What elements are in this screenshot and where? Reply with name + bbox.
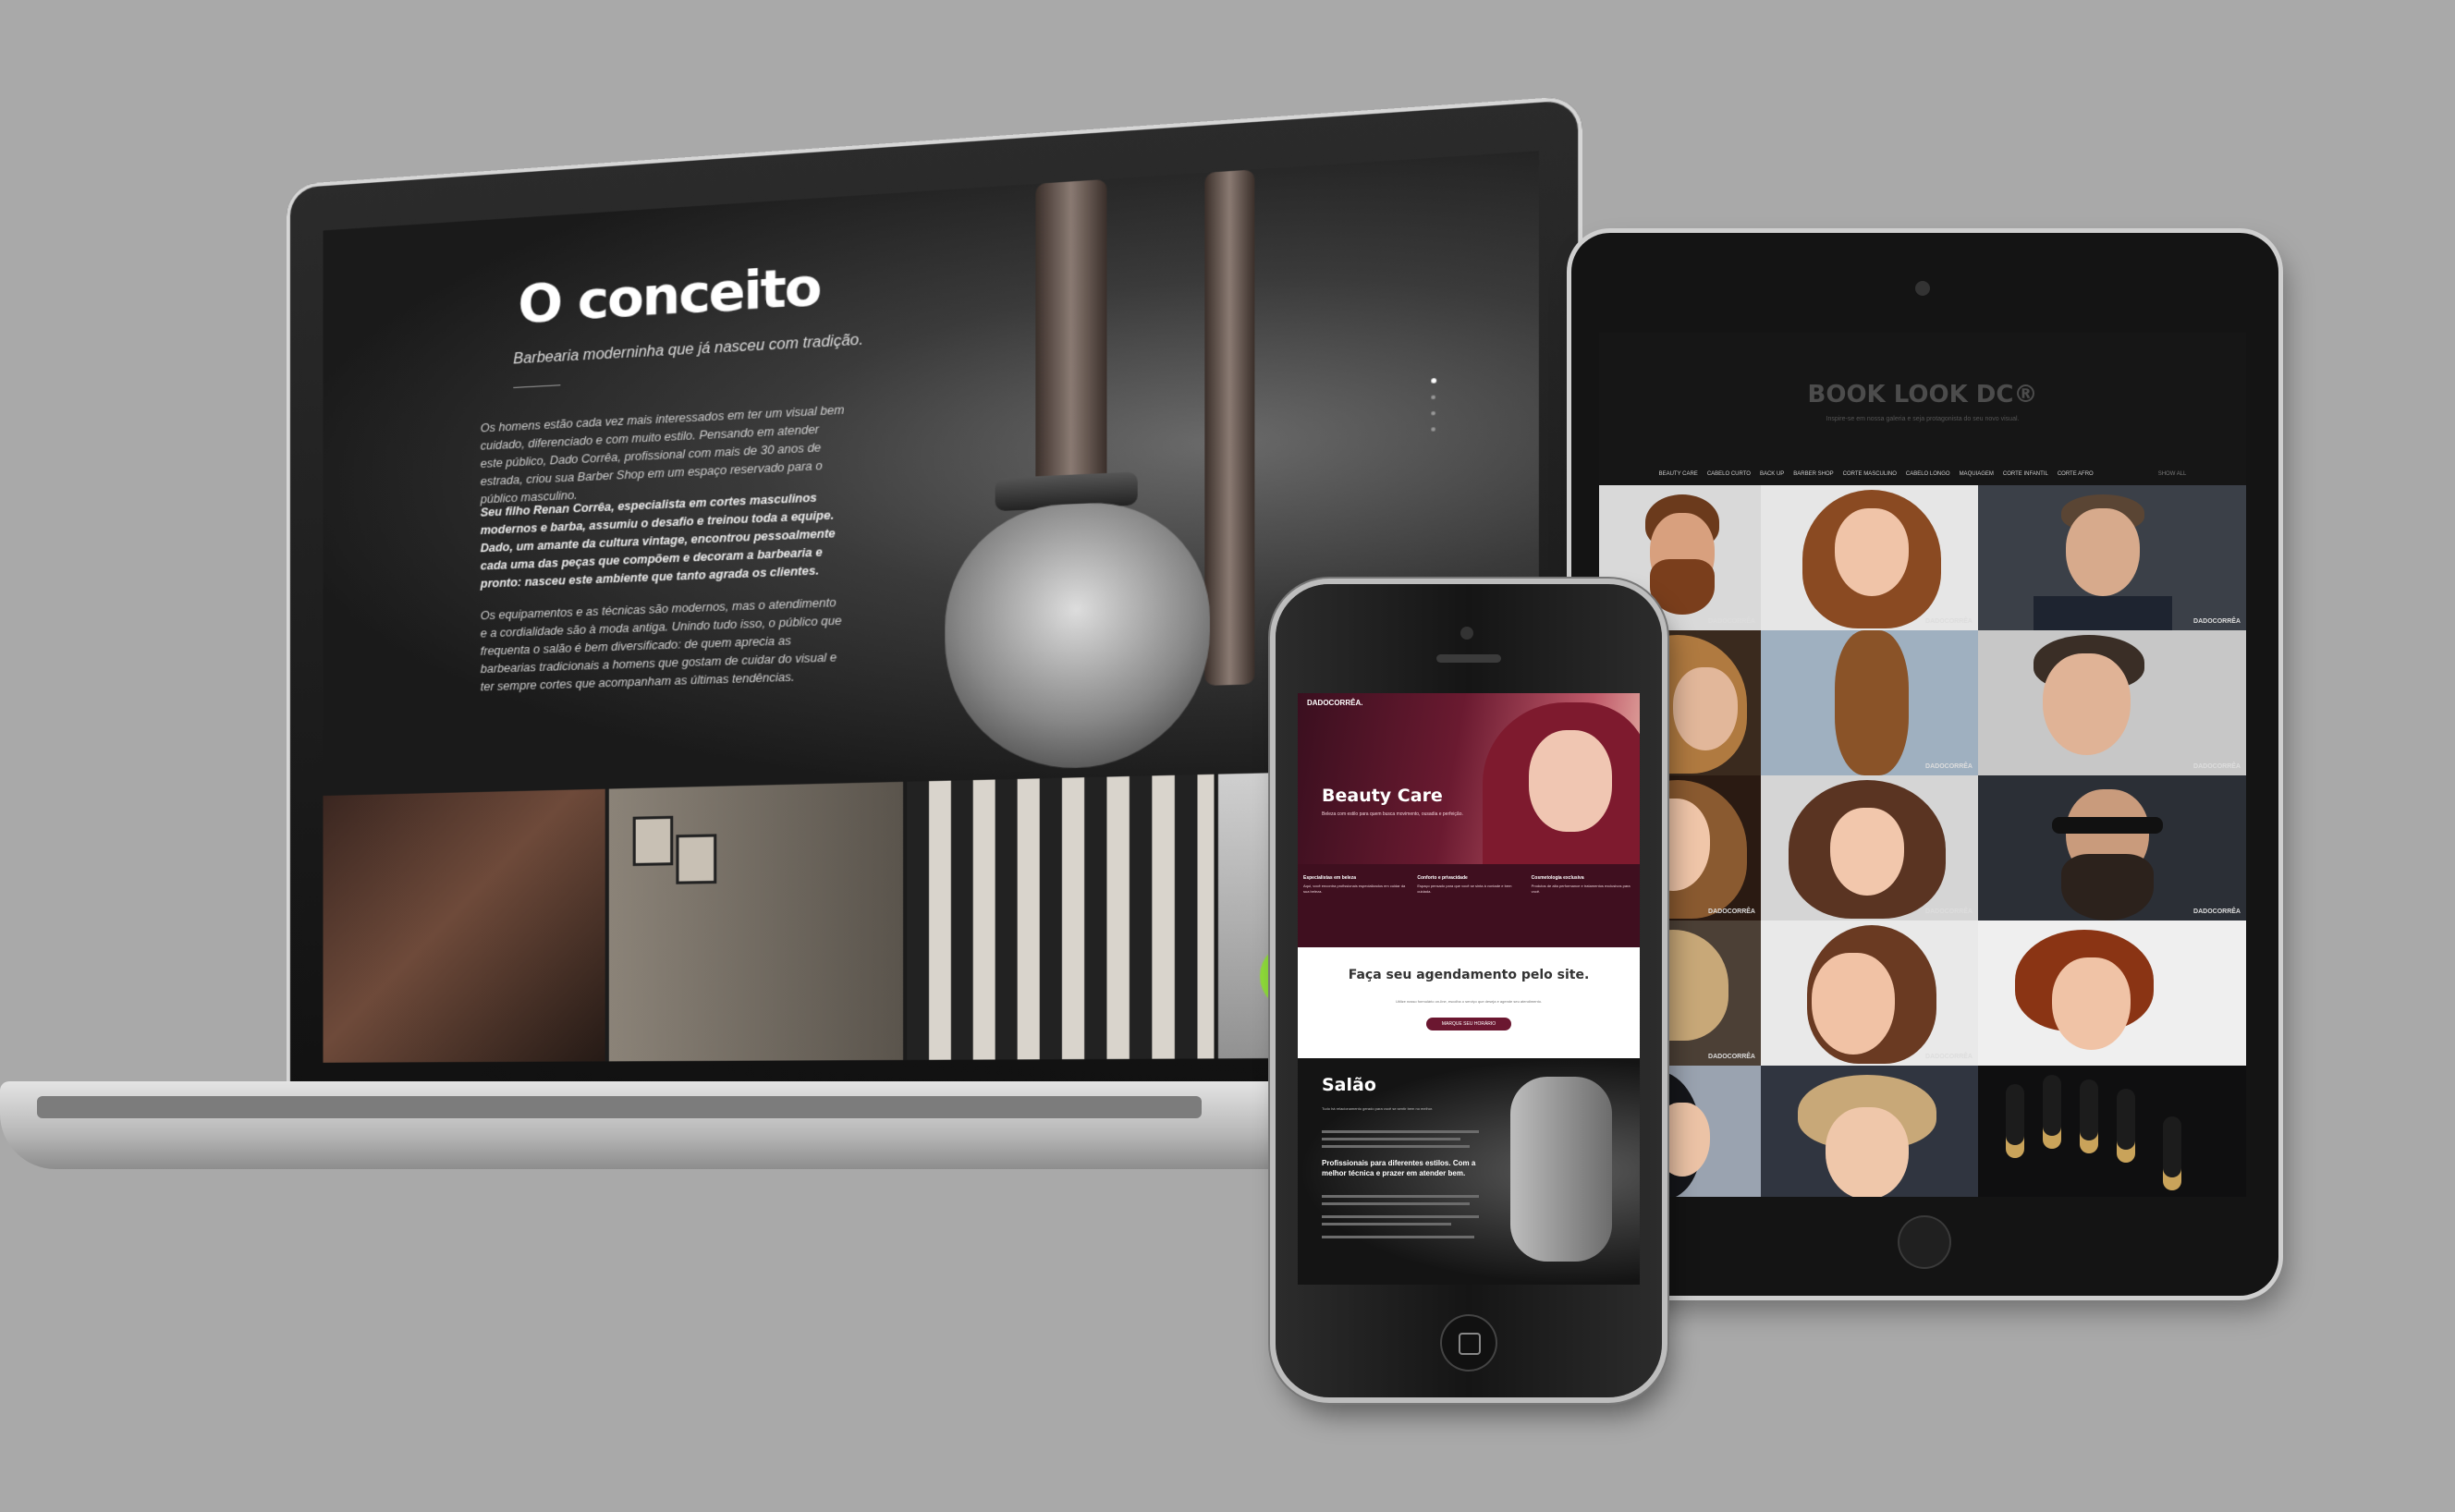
phone-screen: DADOCORRÊA. Beauty Care Beleza com estil… bbox=[1298, 693, 1640, 1285]
filter-corte-infantil[interactable]: CORTE INFANTIL bbox=[2003, 471, 2048, 482]
photo-grid: DADOCORRÊA DADOCORRÊA DADOCORRÊA DADOCOR… bbox=[1599, 485, 2246, 1197]
text-line bbox=[1322, 1215, 1479, 1218]
gallery-title: BOOK LOOK DC® bbox=[1599, 381, 2246, 408]
shaving-brush bbox=[945, 498, 1210, 771]
watermark: DADOCORRÊA bbox=[1925, 618, 1973, 625]
razor-handle-2 bbox=[1204, 169, 1254, 686]
salon-section: Salão Tudo há relacionamento gerado para… bbox=[1298, 1058, 1640, 1285]
watermark: DADOCORRÊA bbox=[2193, 908, 2241, 915]
watermark: DADOCORRÊA bbox=[1925, 1054, 1973, 1060]
watermark: DADOCORRÊA bbox=[1708, 1054, 1755, 1060]
cta-title: Faça seu agendamento pelo site. bbox=[1298, 968, 1640, 982]
camera-icon bbox=[1915, 281, 1930, 296]
grid-photo[interactable]: DADOCORRÊA bbox=[1761, 630, 1978, 775]
gallery-image[interactable] bbox=[323, 789, 605, 1063]
watermark: DADOCORRÊA bbox=[1708, 618, 1755, 625]
feature-title: Conforto e privacidade bbox=[1417, 875, 1520, 881]
watermark: DADOCORRÊA bbox=[1925, 763, 1973, 770]
grid-photo[interactable] bbox=[1978, 1066, 2246, 1197]
hero-title: Beauty Care bbox=[1322, 786, 1443, 806]
concept-paragraph: Seu filho Renan Corrêa, especialista em … bbox=[481, 487, 846, 592]
laptop-keyboard bbox=[37, 1096, 1202, 1118]
section-title: Salão bbox=[1322, 1075, 1376, 1095]
grid-photo[interactable]: DADOCORRÊA bbox=[1761, 921, 1978, 1066]
slide-dots[interactable] bbox=[1431, 378, 1437, 508]
hero-subtitle: Beleza com estilo para quem busca movime… bbox=[1322, 811, 1463, 817]
smartphone: DADOCORRÊA. Beauty Care Beleza com estil… bbox=[1276, 584, 1662, 1397]
feature-item: Cosmetologia exclusiva Produtos de alta … bbox=[1526, 864, 1640, 947]
grid-photo[interactable]: DADOCORRÊA bbox=[1761, 485, 1978, 630]
text-line bbox=[1322, 1202, 1470, 1205]
section-subtitle: Tudo há relacionamento gerado para você … bbox=[1322, 1106, 1433, 1111]
feature-item: Especialistas em beleza Aqui, você encon… bbox=[1298, 864, 1411, 947]
feature-item: Conforto e privacidade Espaço pensado pa… bbox=[1411, 864, 1525, 947]
gallery-image[interactable] bbox=[609, 782, 903, 1063]
site-logo[interactable]: DADOCORRÊA. bbox=[1307, 699, 1362, 707]
text-line bbox=[1322, 1130, 1479, 1133]
title-divider bbox=[513, 384, 560, 388]
grid-photo[interactable] bbox=[1978, 921, 2246, 1066]
feature-desc: Espaço pensado para que você se sinta à … bbox=[1417, 884, 1520, 895]
grid-photo[interactable]: DADOCORRÊA bbox=[1761, 775, 1978, 921]
filter-barber-shop[interactable]: BARBER SHOP bbox=[1793, 471, 1833, 482]
tablet: BOOK LOOK DC® Inspire-se em nossa galeri… bbox=[1571, 233, 2278, 1296]
text-line bbox=[1322, 1138, 1460, 1140]
text-line bbox=[1322, 1236, 1474, 1238]
book-button[interactable]: MARQUE SEU HORÁRIO bbox=[1426, 1018, 1511, 1030]
watermark: DADOCORRÊA bbox=[2193, 618, 2241, 625]
grid-photo[interactable]: DADOCORRÊA bbox=[1978, 630, 2246, 775]
feature-desc: Aqui, você encontra profissionais especi… bbox=[1303, 884, 1406, 895]
gallery-subtitle: Inspire-se em nossa galeria e seja prota… bbox=[1599, 416, 2246, 422]
page-title: O conceito bbox=[518, 256, 820, 335]
filter-show-all[interactable]: SHOW ALL bbox=[2158, 471, 2187, 482]
concept-paragraph: Os equipamentos e as técnicas são modern… bbox=[481, 593, 846, 696]
filter-maquiagem[interactable]: MAQUIAGEM bbox=[1960, 471, 1994, 482]
filter-beauty-care[interactable]: BEAUTY CARE bbox=[1659, 471, 1698, 482]
home-button[interactable] bbox=[1899, 1217, 1949, 1267]
camera-icon bbox=[1460, 627, 1473, 640]
tablet-screen: BOOK LOOK DC® Inspire-se em nossa galeri… bbox=[1599, 333, 2246, 1197]
section-highlight: Profissionais para diferentes estilos. C… bbox=[1322, 1158, 1488, 1178]
filter-corte-masculino[interactable]: CORTE MASCULINO bbox=[1843, 471, 1897, 482]
watermark: DADOCORRÊA bbox=[1925, 908, 1973, 915]
feature-title: Cosmetologia exclusiva bbox=[1532, 875, 1634, 881]
watermark: DADOCORRÊA bbox=[2193, 763, 2241, 770]
filter-cabelo-curto[interactable]: CABELO CURTO bbox=[1707, 471, 1751, 482]
text-line bbox=[1322, 1223, 1451, 1225]
beauty-care-hero: DADOCORRÊA. Beauty Care Beleza com estil… bbox=[1298, 693, 1640, 864]
feature-desc: Produtos de alta performance e tratament… bbox=[1532, 884, 1634, 895]
speaker-icon bbox=[1436, 654, 1501, 663]
grid-photo[interactable] bbox=[1761, 1066, 1978, 1197]
laptop-base bbox=[0, 1081, 1313, 1169]
booking-cta: Faça seu agendamento pelo site. Utilize … bbox=[1298, 947, 1640, 1058]
watermark: DADOCORRÊA bbox=[1708, 908, 1755, 915]
filter-corte-afro[interactable]: CORTE AFRO bbox=[2058, 471, 2094, 482]
category-filter-nav: BEAUTY CARE CABELO CURTO BACK UP BARBER … bbox=[1599, 471, 2246, 482]
page-subtitle: Barbearia moderninha que já nasceu com t… bbox=[513, 332, 863, 368]
features-row: Especialistas em beleza Aqui, você encon… bbox=[1298, 864, 1640, 947]
filter-cabelo-longo[interactable]: CABELO LONGO bbox=[1906, 471, 1950, 482]
grid-photo[interactable]: DADOCORRÊA bbox=[1978, 775, 2246, 921]
grid-photo[interactable]: DADOCORRÊA bbox=[1978, 485, 2246, 630]
cta-subtitle: Utilize nosso formulário on-line, escolh… bbox=[1298, 999, 1640, 1004]
filter-back-up[interactable]: BACK UP bbox=[1760, 471, 1784, 482]
text-line bbox=[1322, 1145, 1470, 1148]
home-square-icon bbox=[1459, 1333, 1481, 1355]
text-line bbox=[1322, 1195, 1479, 1198]
gallery-image[interactable] bbox=[907, 774, 1214, 1063]
feature-title: Especialistas em beleza bbox=[1303, 875, 1406, 881]
